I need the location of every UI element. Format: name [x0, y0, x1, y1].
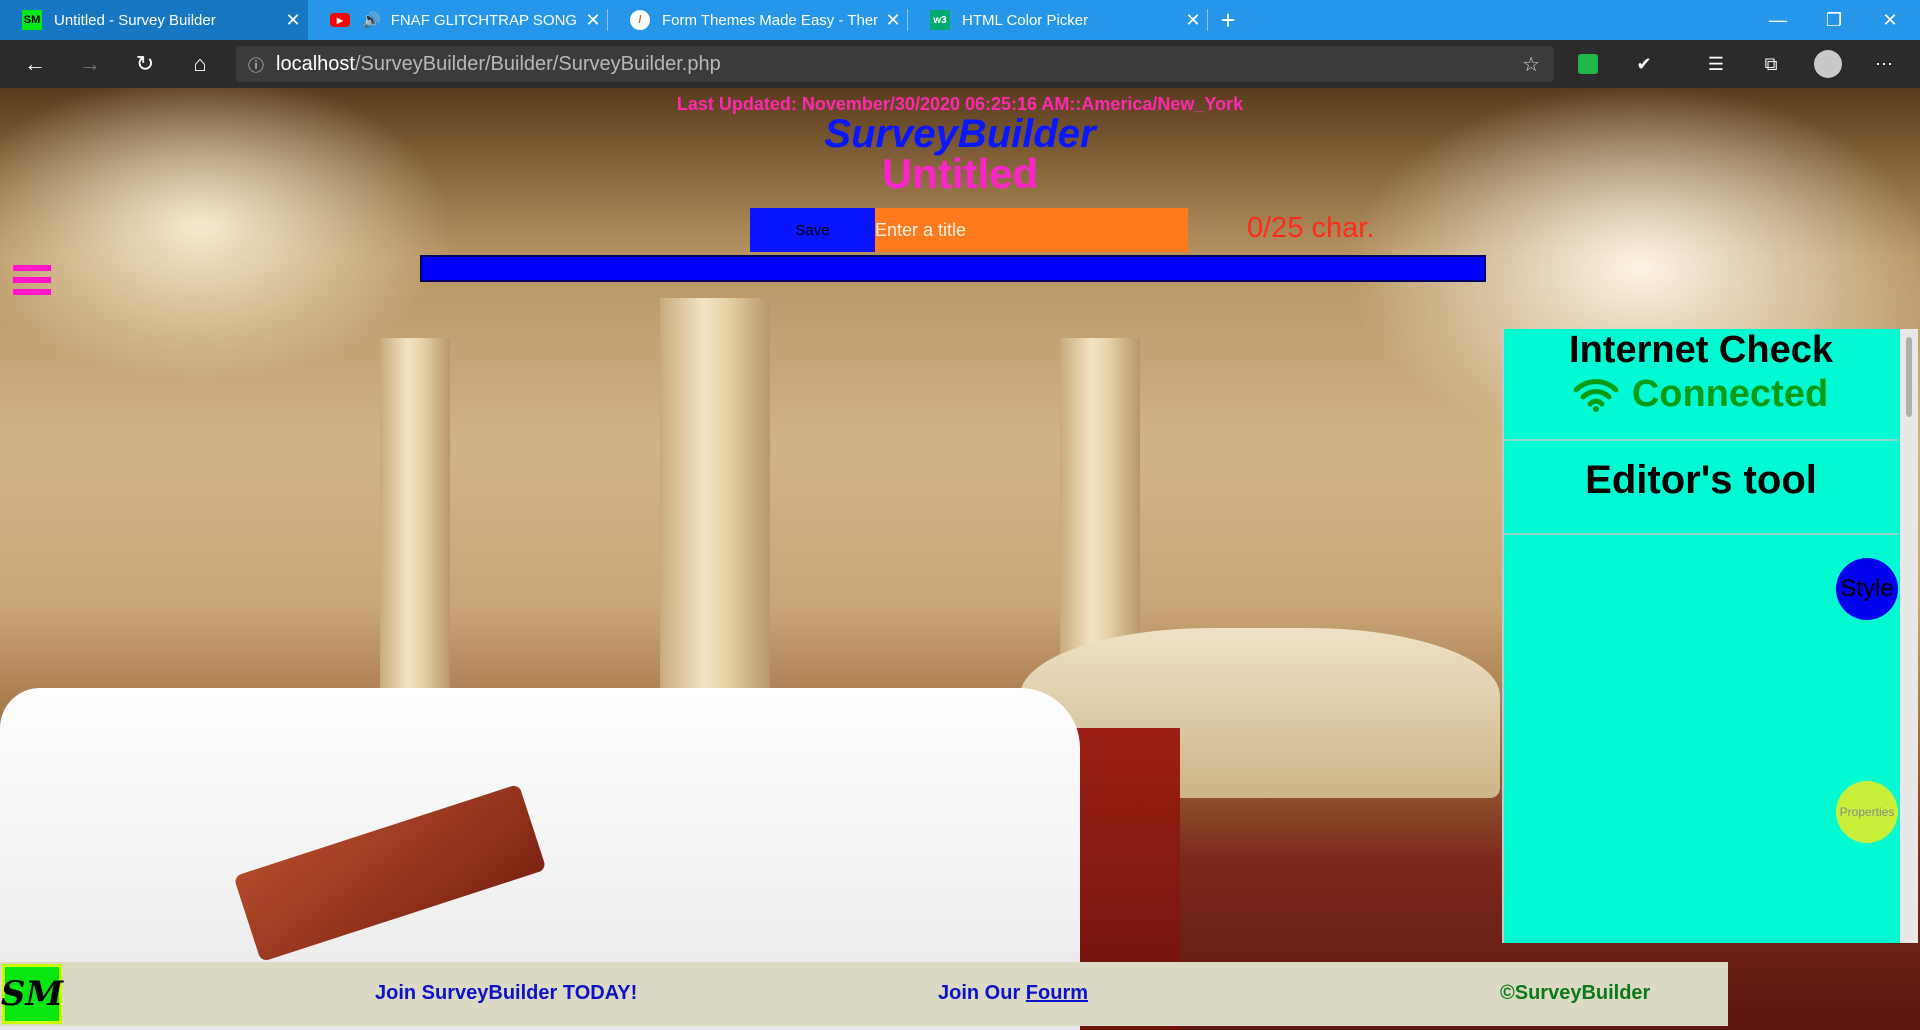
panel-divider — [1504, 533, 1898, 535]
browser-toolbar: ← → ↻ ⌂ ⓘ localhost/SurveyBuilder/Builde… — [0, 40, 1920, 88]
back-icon[interactable]: ← — [15, 44, 55, 84]
favorites-list-icon[interactable]: ☰ — [1700, 48, 1732, 80]
panel-divider — [1504, 439, 1898, 441]
home-icon[interactable]: ⌂ — [180, 44, 220, 84]
info-icon[interactable]: ⓘ — [236, 52, 276, 76]
editors-tool-heading: Editor's tool — [1585, 458, 1817, 502]
scrollbar-thumb[interactable] — [1906, 337, 1912, 417]
tab-form-themes[interactable]: / Form Themes Made Easy - Them ✕ — [608, 0, 908, 40]
tab-title: Form Themes Made Easy - Them — [662, 11, 878, 29]
close-icon[interactable]: ✕ — [878, 10, 908, 31]
extension-shield-icon[interactable]: ✔ — [1628, 48, 1660, 80]
tab-title: Untitled - Survey Builder — [54, 11, 216, 29]
window-close-icon[interactable]: ✕ — [1862, 0, 1918, 40]
refresh-icon[interactable]: ↻ — [125, 44, 165, 84]
tab-fnaf[interactable]: ▶ 🔊 FNAF GLITCHTRAP SONG ( ✕ — [308, 0, 608, 40]
join-link[interactable]: Join SurveyBuilder TODAY! — [375, 982, 637, 1005]
extension-green-icon[interactable] — [1572, 48, 1604, 80]
minimize-icon[interactable]: — — [1750, 0, 1806, 40]
save-button[interactable]: Save — [750, 208, 875, 252]
more-options-icon[interactable]: ⋯ — [1868, 48, 1900, 80]
form-icon: / — [630, 10, 650, 30]
collections-icon[interactable]: ⧉ — [1755, 48, 1787, 80]
tab-title: FNAF GLITCHTRAP SONG ( — [390, 11, 578, 29]
title-input[interactable] — [875, 208, 1188, 252]
profile-avatar[interactable] — [1812, 48, 1844, 80]
w3-icon: w3 — [930, 10, 950, 30]
hamburger-menu-icon[interactable] — [13, 265, 51, 295]
style-button[interactable]: Style — [1836, 558, 1898, 620]
address-bar[interactable]: ⓘ localhost/SurveyBuilder/Builder/Survey… — [236, 46, 1554, 82]
forum-link[interactable]: Fourm — [1026, 982, 1088, 1004]
footer: SM Join SurveyBuilder TODAY! Join Our Fo… — [0, 962, 1728, 1026]
progress-fill — [422, 257, 1484, 280]
side-panel: Internet Check Connected Editor's tool S… — [1502, 329, 1900, 943]
close-icon[interactable]: ✕ — [578, 10, 608, 31]
survey-title: Untitled — [881, 150, 1039, 197]
progress-bar — [420, 255, 1486, 282]
wifi-icon — [1573, 378, 1618, 412]
url-text[interactable]: localhost/SurveyBuilder/Builder/SurveyBu… — [276, 53, 721, 76]
browser-tab-strip: SM Untitled - Survey Builder ✕ ▶ 🔊 FNAF … — [0, 0, 1920, 40]
panel-scrollbar[interactable] — [1900, 329, 1918, 943]
favorite-star-icon[interactable]: ☆ — [1522, 52, 1540, 77]
internet-check-heading: Internet Check — [1569, 329, 1833, 371]
youtube-icon: ▶ — [330, 13, 350, 27]
tab-title: HTML Color Picker — [962, 11, 1089, 29]
new-tab-button[interactable]: + — [1208, 0, 1248, 40]
footer-logo[interactable]: SM — [1, 964, 63, 1024]
char-counter: 0/25 char. — [1247, 212, 1375, 244]
tab-survey-builder[interactable]: SM Untitled - Survey Builder ✕ — [0, 0, 308, 40]
forward-icon[interactable]: → — [70, 44, 110, 84]
close-icon[interactable]: ✕ — [278, 10, 308, 31]
background-pillar — [380, 338, 450, 698]
copyright-text: ©SurveyBuilder — [1500, 982, 1651, 1004]
properties-button[interactable]: Properties — [1836, 781, 1898, 843]
restore-icon[interactable]: ❐ — [1806, 0, 1862, 40]
internet-status-text: Connected — [1631, 373, 1829, 415]
page-body: Last Updated: November/30/2020 06:25:16 … — [0, 88, 1920, 1030]
forum-text: Join Our Fourm — [938, 982, 1088, 1005]
internet-status: Connected — [1504, 373, 1898, 416]
forum-prefix: Join Our — [938, 982, 1026, 1004]
audio-playing-icon[interactable]: 🔊 — [362, 11, 381, 29]
tab-color-picker[interactable]: w3 HTML Color Picker ✕ — [908, 0, 1208, 40]
sm-logo-icon: SM — [22, 10, 42, 30]
close-icon[interactable]: ✕ — [1178, 10, 1208, 31]
